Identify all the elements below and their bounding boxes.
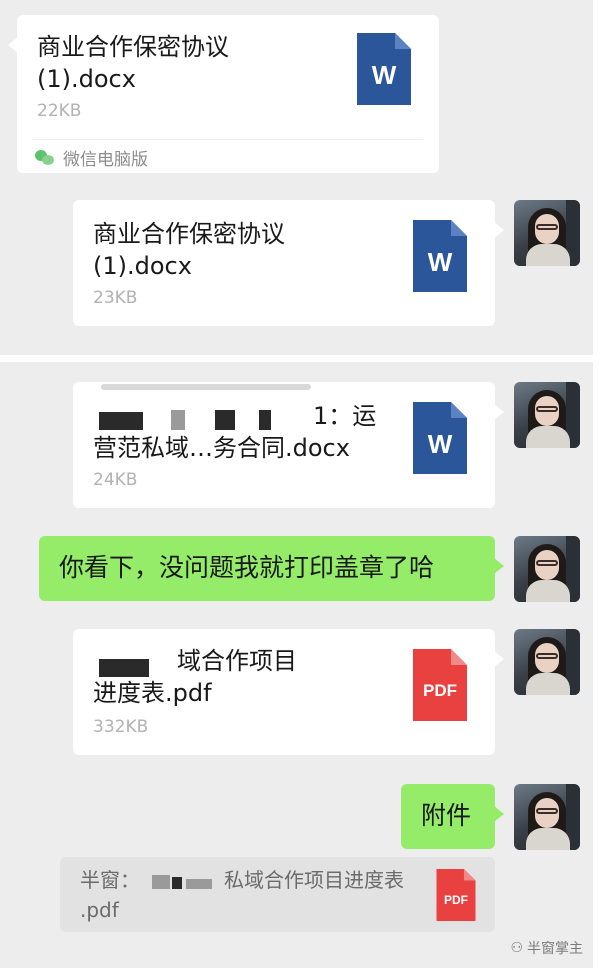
- message-text: 附件: [421, 801, 472, 830]
- redacted-block: [171, 410, 185, 430]
- watermark-icon: ⚇: [510, 940, 523, 956]
- pdf-file-icon: PDF: [413, 649, 467, 721]
- file-size: 22KB: [37, 101, 82, 121]
- divider: [33, 139, 423, 140]
- chat-panel-bottom: 1：运 营范私域…务合同.docx 24KB W 你看下，没问题我就打印盖章了哈…: [0, 362, 593, 968]
- file-name-visible-part: 域合作项目: [177, 647, 297, 675]
- message-text: 你看下，没问题我就打印盖章了哈: [59, 553, 435, 582]
- quote-text: 私域合作项目进度表: [224, 868, 404, 892]
- redacted-block: [186, 879, 212, 889]
- file-name: 商业合作保密协议 (1).docx: [37, 33, 229, 93]
- watermark: ⚇ 半窗掌主: [510, 938, 583, 958]
- received-file-bubble[interactable]: 商业合作保密协议 (1).docx 22KB W 微信电脑版: [8, 15, 439, 173]
- redacted-block: [172, 877, 182, 889]
- redacted-block: [101, 384, 311, 390]
- chat-panel-top: 商业合作保密协议 (1).docx 22KB W 微信电脑版 商业合作保密协议 …: [0, 0, 593, 355]
- file-name: 商业合作保密协议 (1).docx: [93, 220, 285, 280]
- user-avatar[interactable]: [514, 200, 580, 266]
- source-row: 微信电脑版: [35, 145, 148, 170]
- sent-file-bubble[interactable]: 域合作项目 进度表.pdf 332KB PDF: [73, 629, 504, 755]
- text-message-bubble[interactable]: 附件: [401, 784, 504, 849]
- sent-file-bubble[interactable]: 1：运 营范私域…务合同.docx 24KB W: [73, 382, 504, 508]
- watermark-text: 半窗掌主: [527, 941, 583, 957]
- screenshot-divider: [0, 355, 600, 362]
- source-label: 微信电脑版: [63, 150, 148, 170]
- file-name-visible-part: 1：运: [313, 402, 377, 430]
- sent-file-bubble[interactable]: 商业合作保密协议 (1).docx 23KB W: [73, 200, 504, 326]
- user-avatar[interactable]: [514, 536, 580, 602]
- redacted-block: [152, 875, 170, 889]
- file-name: 营范私域…务合同.docx: [93, 434, 350, 462]
- redacted-block: [99, 659, 149, 677]
- redacted-block: [259, 410, 271, 430]
- user-avatar[interactable]: [514, 784, 580, 850]
- pdf-file-icon: PDF: [436, 869, 476, 921]
- file-size: 332KB: [93, 717, 149, 737]
- quoted-message[interactable]: 半窗： 私域合作项目进度表 .pdf PDF: [60, 857, 495, 932]
- user-avatar[interactable]: [514, 382, 580, 448]
- user-avatar[interactable]: [514, 629, 580, 695]
- file-name: 进度表.pdf: [93, 679, 212, 707]
- redacted-block: [215, 410, 235, 430]
- file-size: 24KB: [93, 470, 138, 490]
- word-file-icon: W: [413, 402, 467, 474]
- word-file-icon: W: [413, 220, 467, 292]
- file-size: 23KB: [93, 288, 138, 308]
- wechat-icon: [35, 149, 55, 166]
- quote-prefix: 半窗：: [80, 868, 140, 892]
- quote-text-line2: .pdf: [80, 898, 119, 922]
- text-message-bubble[interactable]: 你看下，没问题我就打印盖章了哈: [39, 536, 504, 601]
- redacted-block: [99, 412, 143, 430]
- word-file-icon: W: [357, 33, 411, 105]
